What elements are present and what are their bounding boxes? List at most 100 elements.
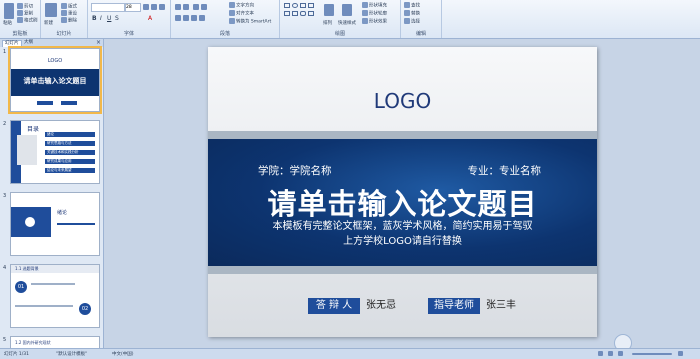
cut-button[interactable]: 剪切 xyxy=(17,3,33,10)
quick-styles-icon[interactable] xyxy=(342,4,352,16)
description-line-1: 本模板有完整论文框架，蓝灰学术风格，简约实用易于驾驭 xyxy=(272,221,533,232)
reset-icon xyxy=(61,10,67,16)
normal-view-icon[interactable] xyxy=(598,351,603,356)
zoom-slider[interactable] xyxy=(632,353,672,355)
shape-line-icon[interactable] xyxy=(300,3,306,8)
bullets-icon[interactable] xyxy=(175,4,181,10)
font-size-field[interactable]: 28 xyxy=(125,3,141,12)
shrink-font-icon[interactable] xyxy=(151,4,157,10)
thumb-toc-item: 关键技术和实践分析 xyxy=(45,150,95,155)
arrange-icon[interactable] xyxy=(324,4,334,16)
smartart-button[interactable]: 转换为 SmartArt xyxy=(229,18,271,25)
clear-format-icon[interactable] xyxy=(159,4,165,10)
italic-icon[interactable]: I xyxy=(100,15,102,22)
grow-font-icon[interactable] xyxy=(143,4,149,10)
band-bottom-border xyxy=(208,266,597,274)
defender-label[interactable]: 答 辩 人 xyxy=(308,298,360,314)
text-direction-icon xyxy=(229,2,235,8)
thumb-slide-4[interactable]: 1.1 选题背景 01 02 xyxy=(10,264,100,328)
justify-icon[interactable] xyxy=(199,15,205,21)
text-direction-button[interactable]: 文字方向 xyxy=(229,2,254,9)
delete-icon xyxy=(61,17,67,23)
replace-button[interactable]: 替换 xyxy=(404,10,420,17)
advisor-name[interactable]: 张三丰 xyxy=(486,298,516,314)
slide-description[interactable]: 本模板有完整论文框架，蓝灰学术风格，简约实用易于驾驭 上方学校LOGO请自行替换 xyxy=(208,219,597,249)
thumb-slide-1[interactable]: LOGO 请单击输入论文题目 xyxy=(8,46,102,114)
paste-button[interactable]: 粘贴 xyxy=(3,20,12,26)
format-painter-button[interactable]: 格式刷 xyxy=(17,17,38,24)
smartart-icon xyxy=(229,18,235,24)
slideshow-icon[interactable] xyxy=(618,351,623,356)
slide-stage: LOGO 学院：学院名称 专业：专业名称 请单击输入论文题目 本模板有完整论文框… xyxy=(104,39,700,348)
editing-group-label: 编辑 xyxy=(415,31,426,37)
ribbon: 粘贴 剪切 复制 格式刷 剪贴板 新建 版式 重设 删除 幻灯片 28 B I … xyxy=(0,0,700,39)
paste-icon[interactable] xyxy=(4,3,14,19)
reset-button[interactable]: 重设 xyxy=(61,10,77,17)
close-icon[interactable]: × xyxy=(96,39,101,46)
underline-icon[interactable]: U xyxy=(107,15,111,22)
shape-triangle-icon[interactable] xyxy=(284,11,290,16)
school-text[interactable]: 学院：学院名称 xyxy=(258,163,332,178)
thumb-heading: 目录 xyxy=(27,126,40,133)
drawing-group-label: 绘图 xyxy=(334,31,345,37)
align-text-button[interactable]: 对齐文本 xyxy=(229,10,254,17)
tab-outline[interactable]: 大纲 xyxy=(22,40,35,46)
increase-indent-icon[interactable] xyxy=(201,4,207,10)
align-center-icon[interactable] xyxy=(183,15,189,21)
layout-button[interactable]: 版式 xyxy=(61,3,77,10)
thumb-slide-2[interactable]: 目录 绪论 研究思路与方法 关键技术和实践分析 研究成果与应用 结论与未来展望 xyxy=(10,120,100,184)
shape-fill-button[interactable]: 形状填充 xyxy=(362,2,387,9)
font-color-icon[interactable]: A xyxy=(148,15,152,22)
select-button[interactable]: 选择 xyxy=(404,18,420,25)
thumb-toc-item: 结论与未来展望 xyxy=(45,168,95,173)
thumb-number: 1 xyxy=(3,49,7,55)
scissors-icon xyxy=(17,3,23,9)
thumb-number: 2 xyxy=(3,121,7,127)
slide-title[interactable]: 请单击输入论文题目 xyxy=(208,181,597,223)
shape-effects-button[interactable]: 形状效果 xyxy=(362,18,387,25)
strikethrough-icon[interactable]: S xyxy=(115,15,119,22)
align-right-icon[interactable] xyxy=(191,15,197,21)
theme-name: "默认设计模板" xyxy=(56,352,88,357)
status-bar: 幻灯片 1/31 "默认设计模板" 中文(中国) xyxy=(0,348,700,359)
arrange-button[interactable]: 排列 xyxy=(323,20,332,26)
shape-star-icon[interactable] xyxy=(292,11,298,16)
shape-arrow-icon[interactable] xyxy=(308,3,314,8)
shape-rounded-icon[interactable] xyxy=(300,11,306,16)
shape-oval-icon[interactable] xyxy=(292,3,298,8)
new-slide-button[interactable]: 新建 xyxy=(44,20,53,26)
shape-outline-button[interactable]: 形状轮廓 xyxy=(362,10,387,17)
bold-icon[interactable]: B xyxy=(92,15,97,22)
slide-canvas[interactable]: LOGO 学院：学院名称 专业：专业名称 请单击输入论文题目 本模板有完整论文框… xyxy=(208,47,597,337)
thumb-heading: 1.1 选题背景 xyxy=(15,266,39,271)
slide-logo[interactable]: LOGO xyxy=(208,89,597,113)
advisor-label[interactable]: 指导老师 xyxy=(428,298,480,314)
thumb-line xyxy=(57,223,95,225)
thumb-number: 3 xyxy=(3,193,7,199)
font-name-field[interactable] xyxy=(91,3,125,12)
thumb-toc-item: 研究思路与方法 xyxy=(45,141,95,146)
thumb-heading: 绪论 xyxy=(57,210,68,216)
copy-button[interactable]: 复制 xyxy=(17,10,33,17)
find-button[interactable]: 查找 xyxy=(404,2,420,9)
shape-callout-icon[interactable] xyxy=(308,11,314,16)
sorter-view-icon[interactable] xyxy=(608,351,613,356)
decrease-indent-icon[interactable] xyxy=(193,4,199,10)
shape-rectangle-icon[interactable] xyxy=(284,3,290,8)
delete-slide-button[interactable]: 删除 xyxy=(61,17,77,24)
new-slide-icon[interactable] xyxy=(45,3,57,17)
thumb-number-circle: 02 xyxy=(79,303,91,315)
replace-icon xyxy=(404,10,410,16)
numbering-icon[interactable] xyxy=(183,4,189,10)
align-left-icon[interactable] xyxy=(175,15,181,21)
quick-styles-button[interactable]: 快速样式 xyxy=(338,20,356,26)
language-status: 中文(中国) xyxy=(112,352,134,357)
major-text[interactable]: 专业：专业名称 xyxy=(468,163,542,178)
thumb-slide-3[interactable]: 绪论 xyxy=(10,192,100,256)
slides-group: 新建 版式 重设 删除 幻灯片 xyxy=(41,0,88,38)
fit-window-icon[interactable] xyxy=(678,351,683,356)
defender-name[interactable]: 张无忌 xyxy=(366,298,396,314)
thumb-number-circle: 01 xyxy=(15,281,27,293)
font-group: 28 B I U S A 字体 xyxy=(88,0,171,38)
tab-slides[interactable]: 幻灯片 xyxy=(2,40,22,47)
